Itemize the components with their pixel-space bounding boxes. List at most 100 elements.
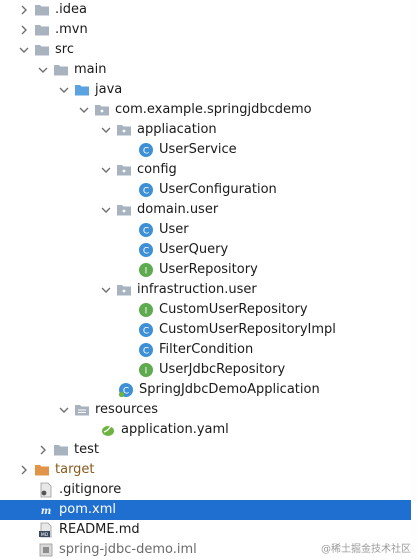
tree-item-label: .idea <box>55 2 87 17</box>
tree-item-package[interactable]: com.example.springjdbcdemo <box>0 100 417 120</box>
tree-item-label: User <box>159 222 189 237</box>
tree-item-label: CustomUserRepository <box>159 302 308 317</box>
svg-text:m: m <box>41 506 52 517</box>
tree-item-label: FilterCondition <box>159 342 254 357</box>
tree-item-label: com.example.springjdbcdemo <box>115 102 312 117</box>
tree-item-label: UserRepository <box>159 262 258 277</box>
svg-text:I: I <box>145 367 148 377</box>
package-folder-icon <box>116 282 132 298</box>
folder-icon <box>53 442 69 458</box>
svg-text:C: C <box>143 227 149 237</box>
svg-text:MD: MD <box>41 532 49 538</box>
tree-item-test[interactable]: test <box>0 440 417 460</box>
interface-icon: I <box>138 262 154 278</box>
chevron-down-icon[interactable] <box>100 120 112 140</box>
tree-item-label: README.md <box>59 522 140 537</box>
gitignore-file-icon <box>38 482 54 498</box>
tree-item-label: UserQuery <box>159 242 229 257</box>
tree-item-label: java <box>95 82 123 97</box>
package-folder-icon <box>116 202 132 218</box>
tree-item-application-yaml[interactable]: application.yaml <box>0 420 417 440</box>
package-folder-icon <box>116 122 132 138</box>
source-folder-icon <box>74 82 90 98</box>
tree-item-label: infrastruction.user <box>137 282 257 297</box>
svg-text:C: C <box>143 247 149 257</box>
resources-folder-icon <box>74 402 90 418</box>
tree-item-label: resources <box>95 402 159 417</box>
tree-item-domain-user[interactable]: domain.user <box>0 200 417 220</box>
tree-item-readme[interactable]: MD README.md <box>0 520 417 540</box>
class-icon: C <box>138 142 154 158</box>
tree-item-label: UserService <box>159 142 237 157</box>
tree-item-target[interactable]: target <box>0 460 417 480</box>
scrollbar-track[interactable] <box>411 0 417 559</box>
chevron-down-icon[interactable] <box>18 40 30 60</box>
class-icon: C <box>138 322 154 338</box>
chevron-down-icon[interactable] <box>100 280 112 300</box>
tree-item-gitignore[interactable]: .gitignore <box>0 480 417 500</box>
class-icon: C <box>138 342 154 358</box>
tree-item-userconfiguration[interactable]: C UserConfiguration <box>0 180 417 200</box>
tree-item-src[interactable]: src <box>0 40 417 60</box>
tree-item-main[interactable]: main <box>0 60 417 80</box>
maven-file-icon: m <box>38 502 54 518</box>
spring-boot-class-icon: C <box>118 382 134 398</box>
spring-config-icon <box>100 422 116 438</box>
folder-icon <box>34 42 50 58</box>
tree-item-label: main <box>74 62 107 77</box>
tree-item-userjdbcrepository[interactable]: I UserJdbcRepository <box>0 360 417 380</box>
tree-item-customuserrepositoryimpl[interactable]: C CustomUserRepositoryImpl <box>0 320 417 340</box>
package-folder-icon <box>94 102 110 118</box>
tree-item-java[interactable]: java <box>0 80 417 100</box>
folder-icon <box>34 2 50 18</box>
chevron-down-icon[interactable] <box>58 400 70 420</box>
svg-text:C: C <box>143 347 149 357</box>
svg-text:C: C <box>143 187 149 197</box>
tree-item-user[interactable]: C User <box>0 220 417 240</box>
tree-item-pom[interactable]: m pom.xml <box>0 500 417 520</box>
svg-text:I: I <box>145 267 148 277</box>
class-icon: C <box>138 182 154 198</box>
markdown-file-icon: MD <box>38 522 54 538</box>
tree-item-resources[interactable]: resources <box>0 400 417 420</box>
chevron-right-icon[interactable] <box>18 0 30 20</box>
chevron-down-icon[interactable] <box>100 200 112 220</box>
chevron-down-icon[interactable] <box>78 100 90 120</box>
chevron-right-icon[interactable] <box>37 440 49 460</box>
interface-icon: I <box>138 302 154 318</box>
svg-text:C: C <box>143 147 149 157</box>
folder-icon <box>53 62 69 78</box>
tree-item-label: SpringJdbcDemoApplication <box>139 382 320 397</box>
tree-item-userservice[interactable]: C UserService <box>0 140 417 160</box>
tree-item-label: src <box>55 42 74 57</box>
tree-item-label: spring-jdbc-demo.iml <box>59 542 197 557</box>
chevron-right-icon[interactable] <box>18 20 30 40</box>
svg-text:I: I <box>145 307 148 317</box>
tree-item-idea[interactable]: .idea <box>0 0 417 20</box>
tree-item-springjdbcdemoapplication[interactable]: C SpringJdbcDemoApplication <box>0 380 417 400</box>
tree-item-filtercondition[interactable]: C FilterCondition <box>0 340 417 360</box>
watermark: @稀土掘金技术社区 <box>321 544 411 555</box>
tree-item-config[interactable]: config <box>0 160 417 180</box>
tree-item-label: pom.xml <box>59 502 116 517</box>
tree-item-label: test <box>74 442 99 457</box>
tree-item-userrepository[interactable]: I UserRepository <box>0 260 417 280</box>
tree-item-infrastruction-user[interactable]: infrastruction.user <box>0 280 417 300</box>
project-tree: .idea .mvn src main java com.example.spr… <box>0 0 417 560</box>
chevron-down-icon[interactable] <box>58 80 70 100</box>
excluded-folder-icon <box>34 462 50 478</box>
tree-item-appliacation[interactable]: appliacation <box>0 120 417 140</box>
package-folder-icon <box>116 162 132 178</box>
tree-item-label: UserJdbcRepository <box>159 362 286 377</box>
tree-item-label: UserConfiguration <box>159 182 277 197</box>
tree-item-customuserrepository[interactable]: I CustomUserRepository <box>0 300 417 320</box>
tree-item-userquery[interactable]: C UserQuery <box>0 240 417 260</box>
tree-item-label: CustomUserRepositoryImpl <box>159 322 336 337</box>
chevron-down-icon[interactable] <box>100 160 112 180</box>
tree-item-mvn[interactable]: .mvn <box>0 20 417 40</box>
chevron-down-icon[interactable] <box>37 60 49 80</box>
chevron-right-icon[interactable] <box>18 460 30 480</box>
tree-item-label: config <box>137 162 177 177</box>
tree-item-label: application.yaml <box>121 422 229 437</box>
svg-text:C: C <box>143 327 149 337</box>
